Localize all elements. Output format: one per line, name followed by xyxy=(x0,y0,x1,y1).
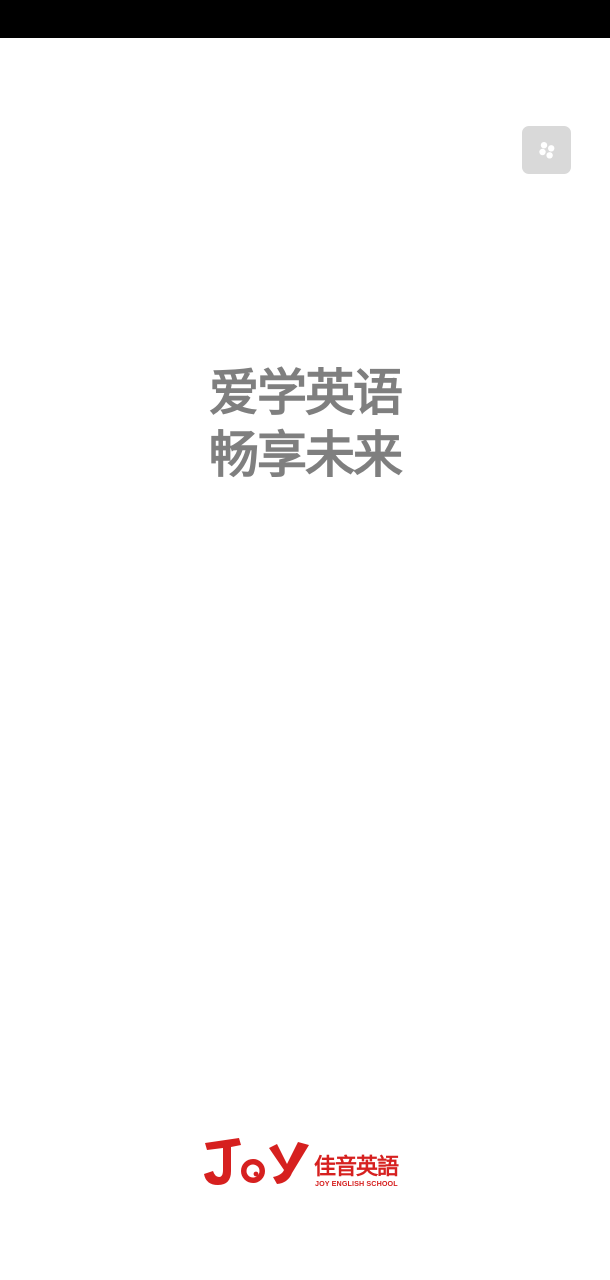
status-bar xyxy=(0,0,610,38)
brand-subtitle: JOY ENGLISH SCHOOL xyxy=(315,1179,398,1188)
brand-name: 佳音英語 xyxy=(314,1155,399,1180)
slogan-line-1: 爱学英语 xyxy=(209,364,403,422)
slogan-line-2: 畅享未来 xyxy=(209,426,403,484)
brand-logo: 佳音英語 JOY ENGLISH SCHOOL xyxy=(201,1135,411,1191)
skip-button[interactable] xyxy=(522,126,571,174)
joy-logo-mark xyxy=(204,1138,309,1185)
slogan: 爱学英语 畅享未来 xyxy=(0,362,610,486)
dots-cluster-icon xyxy=(538,142,554,159)
